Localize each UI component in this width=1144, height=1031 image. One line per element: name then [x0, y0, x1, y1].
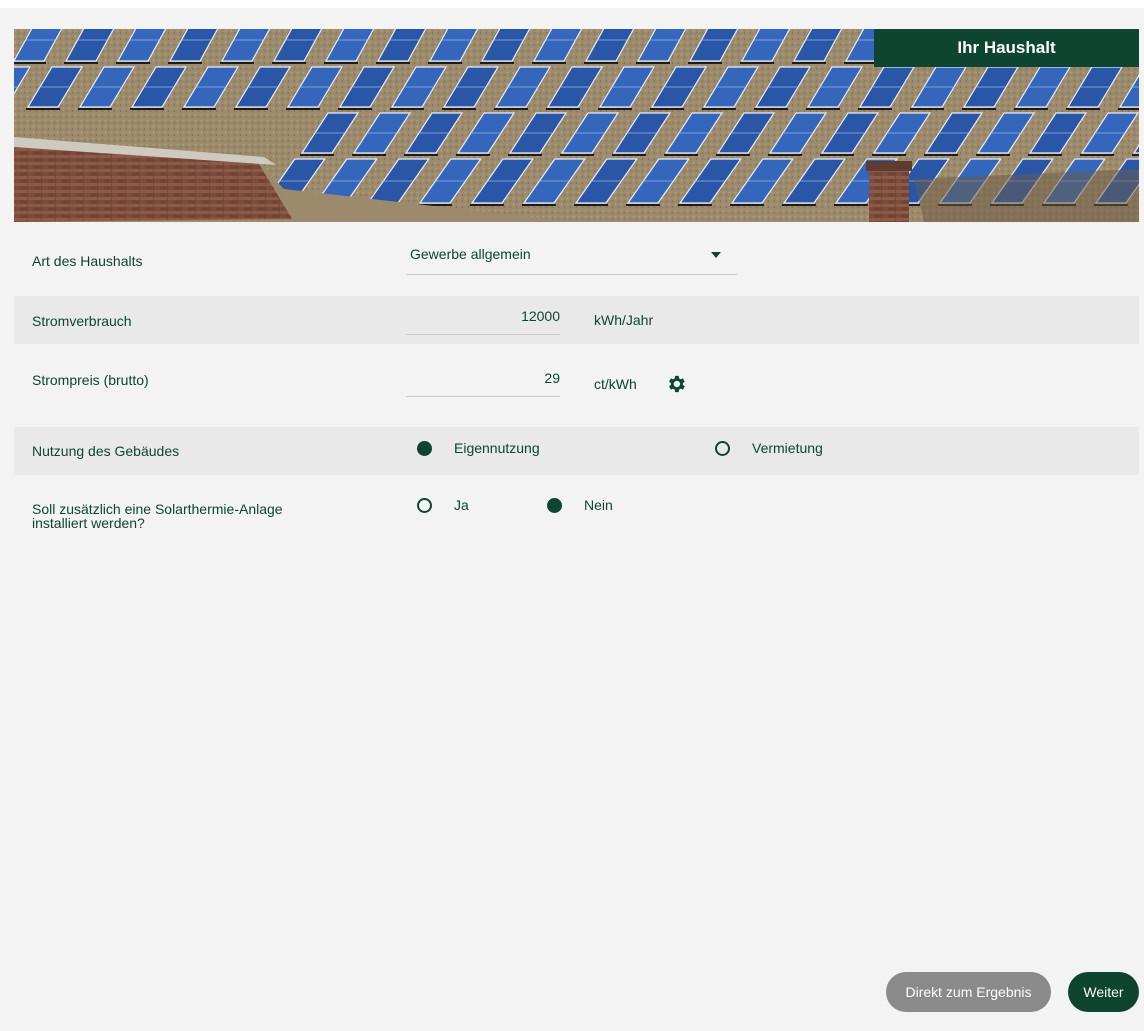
household-type-value: Gewerbe allgemein — [410, 246, 531, 262]
radio-vermietung-label: Vermietung — [752, 440, 823, 456]
price-label: Strompreis (brutto) — [32, 372, 149, 388]
radio-vermietung[interactable]: Vermietung — [715, 440, 823, 456]
radio-nein-label: Nein — [584, 497, 613, 513]
radio-eigennutzung-label: Eigennutzung — [454, 440, 540, 456]
household-type-row: Art des Haushalts Gewerbe allgemein — [14, 232, 1139, 288]
caret-down-icon — [711, 252, 721, 258]
consumption-value: 12000 — [521, 308, 560, 324]
consumption-row: Stromverbrauch 12000 kWh/Jahr — [14, 296, 1139, 344]
radio-unselected-icon — [417, 497, 432, 513]
solarthermie-label-line1: Soll zusätzlich eine Solarthermie-Anlage — [32, 501, 283, 517]
solarthermie-label: Soll zusätzlich eine Solarthermie-Anlage… — [32, 502, 283, 530]
consumption-unit: kWh/Jahr — [594, 312, 654, 328]
gear-icon[interactable] — [665, 373, 687, 395]
direct-result-button[interactable]: Direkt zum Ergebnis — [886, 972, 1051, 1012]
radio-ja[interactable]: Ja — [417, 497, 469, 513]
solarthermie-row: Soll zusätzlich eine Solarthermie-Anlage… — [14, 482, 1139, 542]
consumption-label: Stromverbrauch — [32, 313, 132, 329]
next-button[interactable]: Weiter — [1068, 972, 1139, 1012]
top-strip — [0, 0, 1144, 8]
price-value: 29 — [544, 370, 560, 386]
price-row: Strompreis (brutto) 29 ct/kWh — [14, 350, 1139, 416]
solarthermie-label-line2: installiert werden? — [32, 515, 145, 531]
page-title: Ihr Haushalt — [874, 29, 1139, 67]
household-type-select[interactable]: Gewerbe allgemein — [406, 238, 737, 275]
radio-nein[interactable]: Nein — [547, 497, 613, 513]
radio-selected-icon — [417, 440, 432, 456]
usage-label: Nutzung des Gebäudes — [32, 443, 180, 459]
price-unit: ct/kWh — [594, 376, 637, 392]
consumption-input[interactable]: 12000 — [406, 296, 560, 335]
radio-unselected-icon — [715, 440, 730, 456]
usage-row: Nutzung des Gebäudes Eigennutzung Vermie… — [14, 427, 1139, 475]
radio-eigennutzung[interactable]: Eigennutzung — [417, 440, 540, 456]
household-type-label: Art des Haushalts — [32, 253, 143, 269]
price-input[interactable]: 29 — [406, 358, 560, 397]
radio-selected-icon — [547, 497, 562, 513]
radio-ja-label: Ja — [454, 497, 469, 513]
hero-image: Ihr Haushalt — [14, 29, 1139, 222]
